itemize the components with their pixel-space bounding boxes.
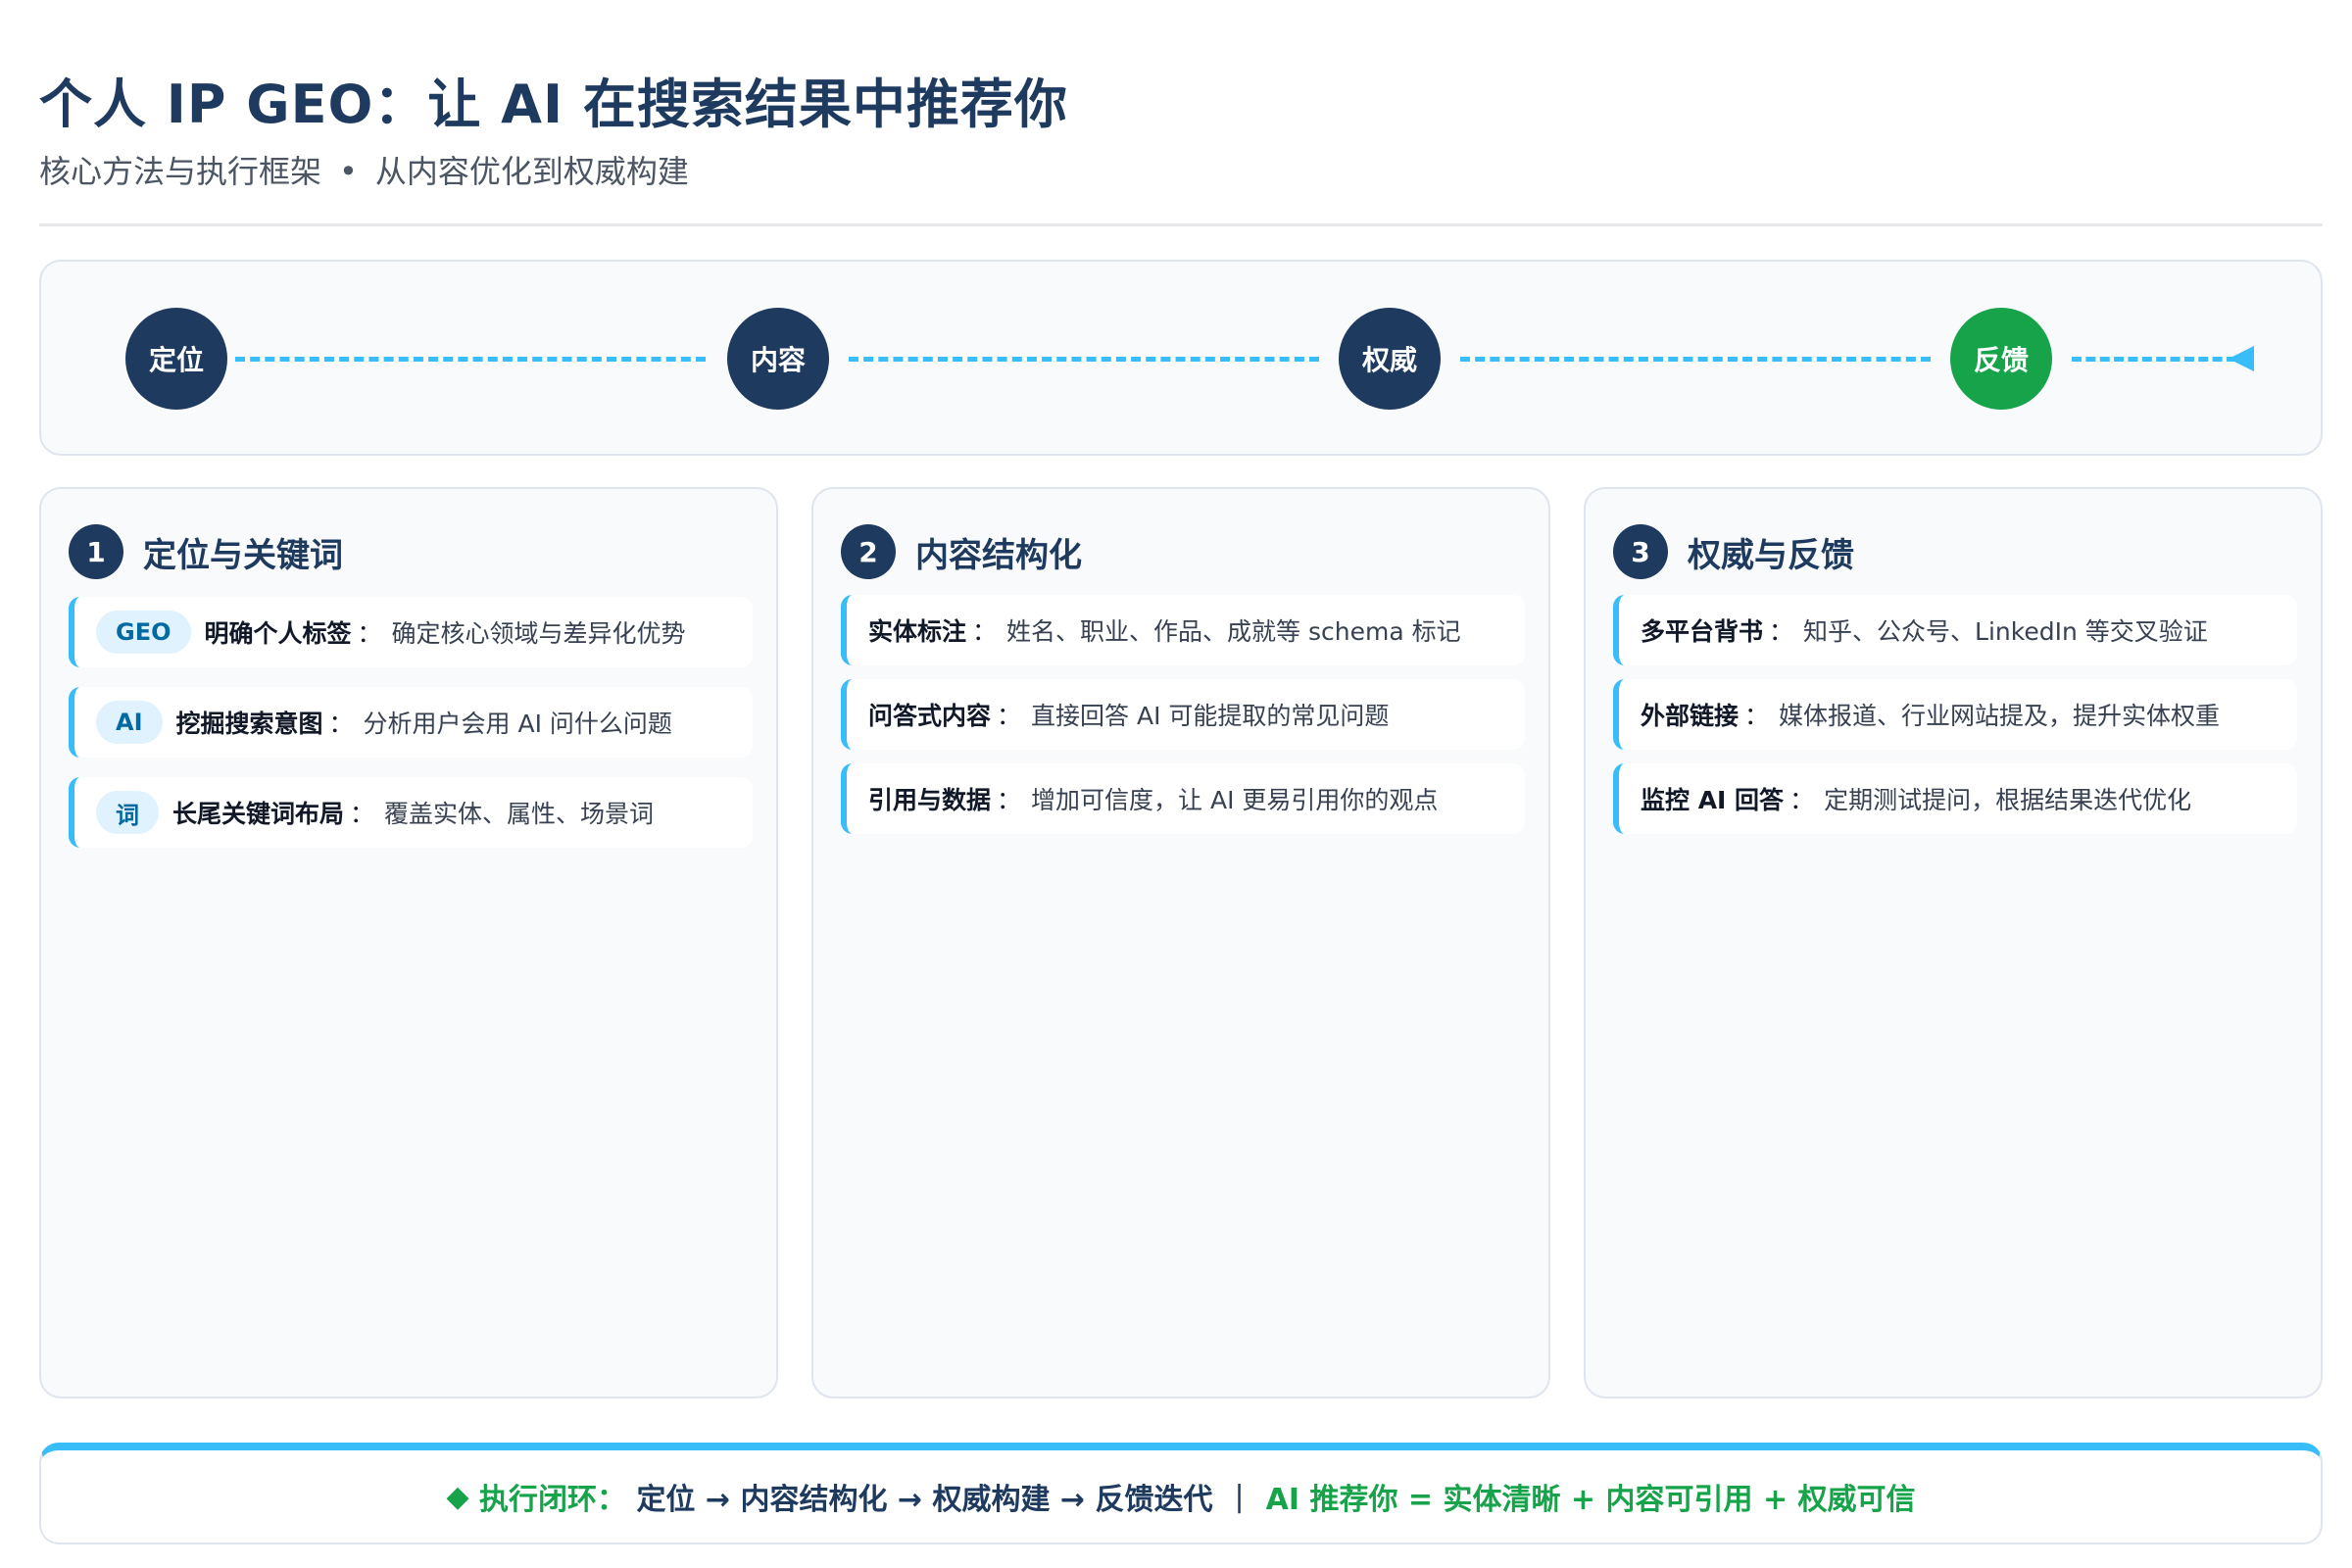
column-header: 3 权威与反馈 (1613, 524, 1854, 579)
subtitle-left: 核心方法与执行框架 (39, 153, 322, 190)
column-authority-feedback: 3 权威与反馈 多平台背书：知乎、公众号、LinkedIn 等交叉验证 外部链接… (1584, 487, 2323, 1398)
item-separator: ： (1769, 617, 1794, 646)
flow-node-feedback: 反馈 (1950, 308, 2052, 410)
flow-connector-2 (849, 357, 1319, 362)
list-item: 外部链接： 媒体报道、行业网站提及，提升实体权重 (1613, 679, 2297, 750)
item-separator: ： (997, 702, 1022, 730)
item-separator: ： (357, 619, 382, 648)
flow-connector-1 (235, 357, 706, 362)
tag-badge: 词 (96, 791, 159, 834)
page-subtitle: 核心方法与执行框架 • 从内容优化到权威构建 (39, 147, 689, 192)
column-positioning: 1 定位与关键词 GEO 明确个人标签：确定核心领域与差异化优势 AI 挖掘搜索… (39, 487, 778, 1398)
list-item: 多平台背书： 知乎、公众号、LinkedIn 等交叉验证 (1613, 595, 2297, 665)
item-separator: ： (350, 800, 375, 828)
summary-lead: 执行闭环： (478, 1483, 626, 1517)
column-header: 1 定位与关键词 (69, 524, 343, 579)
item-description: 确定核心领域与差异化优势 (391, 619, 686, 648)
subtitle-dot: • (339, 153, 358, 190)
column-number-badge: 1 (69, 524, 123, 579)
item-label: 监控 AI 回答 (1641, 786, 1785, 814)
column-title: 内容结构化 (915, 535, 1082, 575)
item-separator: ： (972, 617, 998, 646)
flow-connector-4 (2072, 357, 2236, 362)
item-separator: ： (1789, 786, 1815, 814)
item-description: 姓名、职业、作品、成就等 schema 标记 (1006, 617, 1461, 646)
item-description: 增加可信度，让 AI 更易引用你的观点 (1031, 786, 1439, 814)
item-label: 问答式内容 (868, 702, 992, 730)
list-item: 实体标注： 姓名、职业、作品、成就等 schema 标记 (841, 595, 1525, 665)
item-description: 媒体报道、行业网站提及，提升实体权重 (1779, 702, 2221, 730)
item-label: 明确个人标签 (204, 619, 352, 648)
flow-node-positioning: 定位 (125, 308, 227, 410)
column-title: 定位与关键词 (143, 535, 343, 575)
column-header: 2 内容结构化 (841, 524, 1082, 579)
item-description: 直接回答 AI 可能提取的常见问题 (1031, 702, 1390, 730)
summary-formula: AI 推荐你 = 实体清晰 + 内容可引用 + 权威可信 (1265, 1483, 1916, 1517)
column-title: 权威与反馈 (1688, 535, 1854, 575)
page-title: 个人 IP GEO：让 AI 在搜索结果中推荐你 (39, 74, 1068, 135)
list-item: 问答式内容： 直接回答 AI 可能提取的常见问题 (841, 679, 1525, 750)
loop-arrow-icon (2229, 346, 2254, 371)
summary-loop: 定位 → 内容结构化 → 权威构建 → 反馈迭代 (636, 1483, 1213, 1517)
page: 个人 IP GEO：让 AI 在搜索结果中推荐你 核心方法与执行框架 • 从内容优化… (0, 0, 2352, 1568)
flow-node-authority: 权威 (1339, 308, 1441, 410)
list-item: 引用与数据： 增加可信度，让 AI 更易引用你的观点 (841, 763, 1525, 834)
flow-connector-3 (1460, 357, 1931, 362)
item-separator: ： (997, 786, 1022, 814)
item-label: 引用与数据 (868, 786, 992, 814)
header-divider (39, 223, 2323, 226)
item-description: 覆盖实体、属性、场景词 (384, 800, 655, 828)
item-label: 多平台背书 (1641, 617, 1764, 646)
item-description: 定期测试提问，根据结果迭代优化 (1824, 786, 2192, 814)
flow-node-content: 内容 (727, 308, 829, 410)
tag-badge: GEO (96, 611, 191, 654)
summary-divider: | (1234, 1479, 1245, 1514)
column-number-badge: 2 (841, 524, 896, 579)
item-description: 分析用户会用 AI 问什么问题 (363, 710, 672, 738)
item-label: 外部链接 (1641, 702, 1740, 730)
list-item: GEO 明确个人标签： 确定核心领域与差异化优势 (69, 597, 753, 667)
execution-loop-summary: ◆ 执行闭环： 定位 → 内容结构化 → 权威构建 → 反馈迭代 | AI 推荐你 … (39, 1443, 2323, 1544)
item-label: 实体标注 (868, 617, 967, 646)
item-separator: ： (1744, 702, 1770, 730)
list-item: 词 长尾关键词布局： 覆盖实体、属性、场景词 (69, 777, 753, 848)
tag-badge: AI (96, 701, 163, 744)
item-label: 长尾关键词布局 (172, 800, 345, 828)
item-separator: ： (328, 710, 354, 738)
column-number-badge: 3 (1613, 524, 1668, 579)
item-label: 挖掘搜索意图 (175, 710, 323, 738)
list-item: 监控 AI 回答： 定期测试提问，根据结果迭代优化 (1613, 763, 2297, 834)
subtitle-right: 从内容优化到权威构建 (374, 153, 689, 190)
diamond-icon: ◆ (446, 1479, 469, 1514)
process-flow: 定位 内容 权威 反馈 (39, 260, 2323, 456)
column-content-structuring: 2 内容结构化 实体标注：姓名、职业、作品、成就等 schema 标记 问答式内… (811, 487, 1550, 1398)
item-description: 知乎、公众号、LinkedIn 等交叉验证 (1803, 617, 2208, 646)
list-item: AI 挖掘搜索意图： 分析用户会用 AI 问什么问题 (69, 687, 753, 758)
